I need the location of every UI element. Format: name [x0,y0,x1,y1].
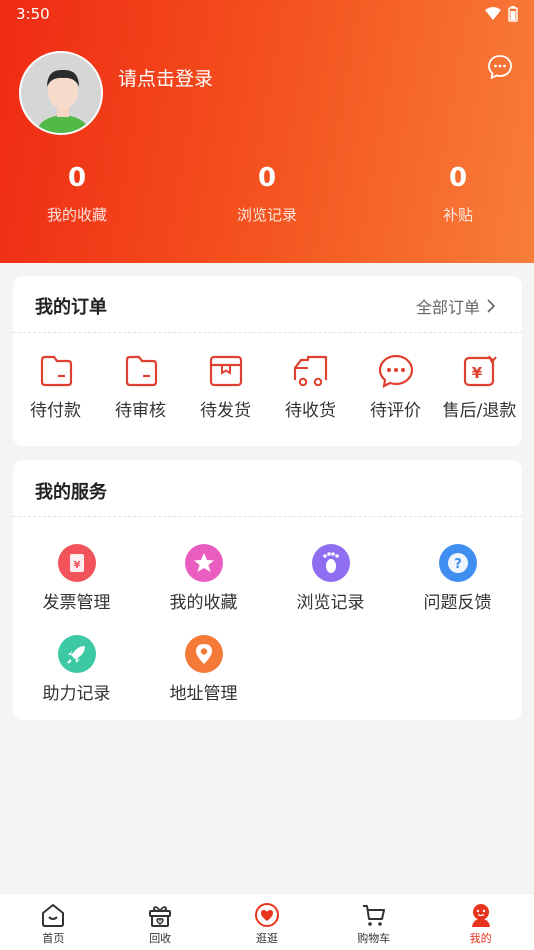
all-orders-link[interactable]: 全部订单 [416,294,496,318]
tab-recycle[interactable]: 回收 [107,894,214,950]
heart-icon [254,903,279,927]
profile-icon [471,904,490,927]
service-label: 浏览记录 [296,593,365,613]
bottom-tab-bar: 首页 回收 逛逛 购物车 我的 [0,893,534,950]
tab-label: 首页 [42,932,65,945]
svg-text:?: ? [454,557,462,572]
stat-value: 0 [67,163,87,193]
divider [13,332,522,333]
default-avatar-icon [21,53,101,133]
recycle-gift-icon [149,906,172,927]
tab-label: 逛逛 [255,932,278,945]
service-label: 助力记录 [42,684,111,704]
order-after-sales[interactable]: ¥ 售后/退款 [437,354,522,421]
order-pending-review[interactable]: 待审核 [98,354,183,421]
tab-cart[interactable]: 购物车 [320,894,427,950]
question-icon: ? [438,544,477,582]
service-label: 我的收藏 [169,593,238,613]
services-title: 我的服务 [35,482,107,503]
tab-mine[interactable]: 我的 [427,894,534,950]
orders-card: 我的订单 全部订单 待付款 待审核 待发货 待收货 待评价 ¥ 售后/退款 [13,276,522,446]
service-address[interactable]: 地址管理 [140,635,267,704]
wallet-icon [40,355,72,387]
svg-text:¥: ¥ [73,560,80,571]
invoice-icon: ¥ [57,544,96,582]
stat-value: 0 [448,163,468,193]
service-label: 地址管理 [169,684,238,704]
service-label: 发票管理 [42,593,111,613]
order-label: 待发货 [200,401,251,421]
rocket-icon [57,635,96,673]
stat-label: 补贴 [442,206,473,224]
order-label: 待付款 [30,401,81,421]
login-prompt[interactable]: 请点击登录 [118,64,213,91]
divider [13,516,522,517]
battery-icon [508,6,518,22]
stat-favorites[interactable]: 0 我的收藏 [7,160,147,225]
status-bar: 3:50 [16,4,518,24]
service-history[interactable]: 浏览记录 [267,544,394,613]
order-pending-receipt[interactable]: 待收货 [268,354,353,421]
stat-subsidy[interactable]: 0 补贴 [388,160,528,225]
message-icon[interactable] [487,54,513,80]
package-icon [209,355,242,387]
footprint-icon [311,544,350,582]
location-icon [184,635,223,673]
services-card: 我的服务 ¥ 发票管理 我的收藏 浏览记录 ? 问题反馈 助力记录 地址管理 [13,460,522,720]
truck-icon [293,355,327,387]
chevron-right-icon [487,299,496,313]
svg-text:¥: ¥ [471,364,482,382]
avatar[interactable] [19,51,103,135]
service-label: 问题反馈 [423,593,492,613]
order-label: 售后/退款 [442,401,517,421]
tab-label: 我的 [469,932,492,945]
home-icon [42,904,65,927]
order-pending-payment[interactable]: 待付款 [13,354,98,421]
stat-value: 0 [257,163,277,193]
order-pending-shipment[interactable]: 待发货 [183,354,268,421]
order-label: 待评价 [370,401,421,421]
tab-home[interactable]: 首页 [0,894,107,950]
refund-icon: ¥ [463,355,497,387]
order-label: 待收货 [285,401,336,421]
profile-header: 3:50 请点击登录 0 我的收藏 0 浏览记录 0 补贴 [0,0,534,263]
order-pending-comment[interactable]: 待评价 [353,354,438,421]
orders-title: 我的订单 [35,297,107,318]
service-boost[interactable]: 助力记录 [13,635,140,704]
comment-icon [378,354,413,388]
stat-history[interactable]: 0 浏览记录 [197,160,337,225]
tab-explore[interactable]: 逛逛 [214,894,321,950]
tab-label: 购物车 [357,932,391,945]
stat-label: 我的收藏 [46,206,107,224]
cart-icon [362,905,385,926]
wifi-icon [485,7,501,20]
status-time: 3:50 [16,5,50,23]
star-icon [184,544,223,582]
service-favorites[interactable]: 我的收藏 [140,544,267,613]
tab-label: 回收 [149,932,172,945]
stat-label: 浏览记录 [236,206,297,224]
service-feedback[interactable]: ? 问题反馈 [394,544,521,613]
service-invoice[interactable]: ¥ 发票管理 [13,544,140,613]
all-orders-label: 全部订单 [415,298,480,317]
review-icon [125,355,157,387]
order-label: 待审核 [115,401,166,421]
